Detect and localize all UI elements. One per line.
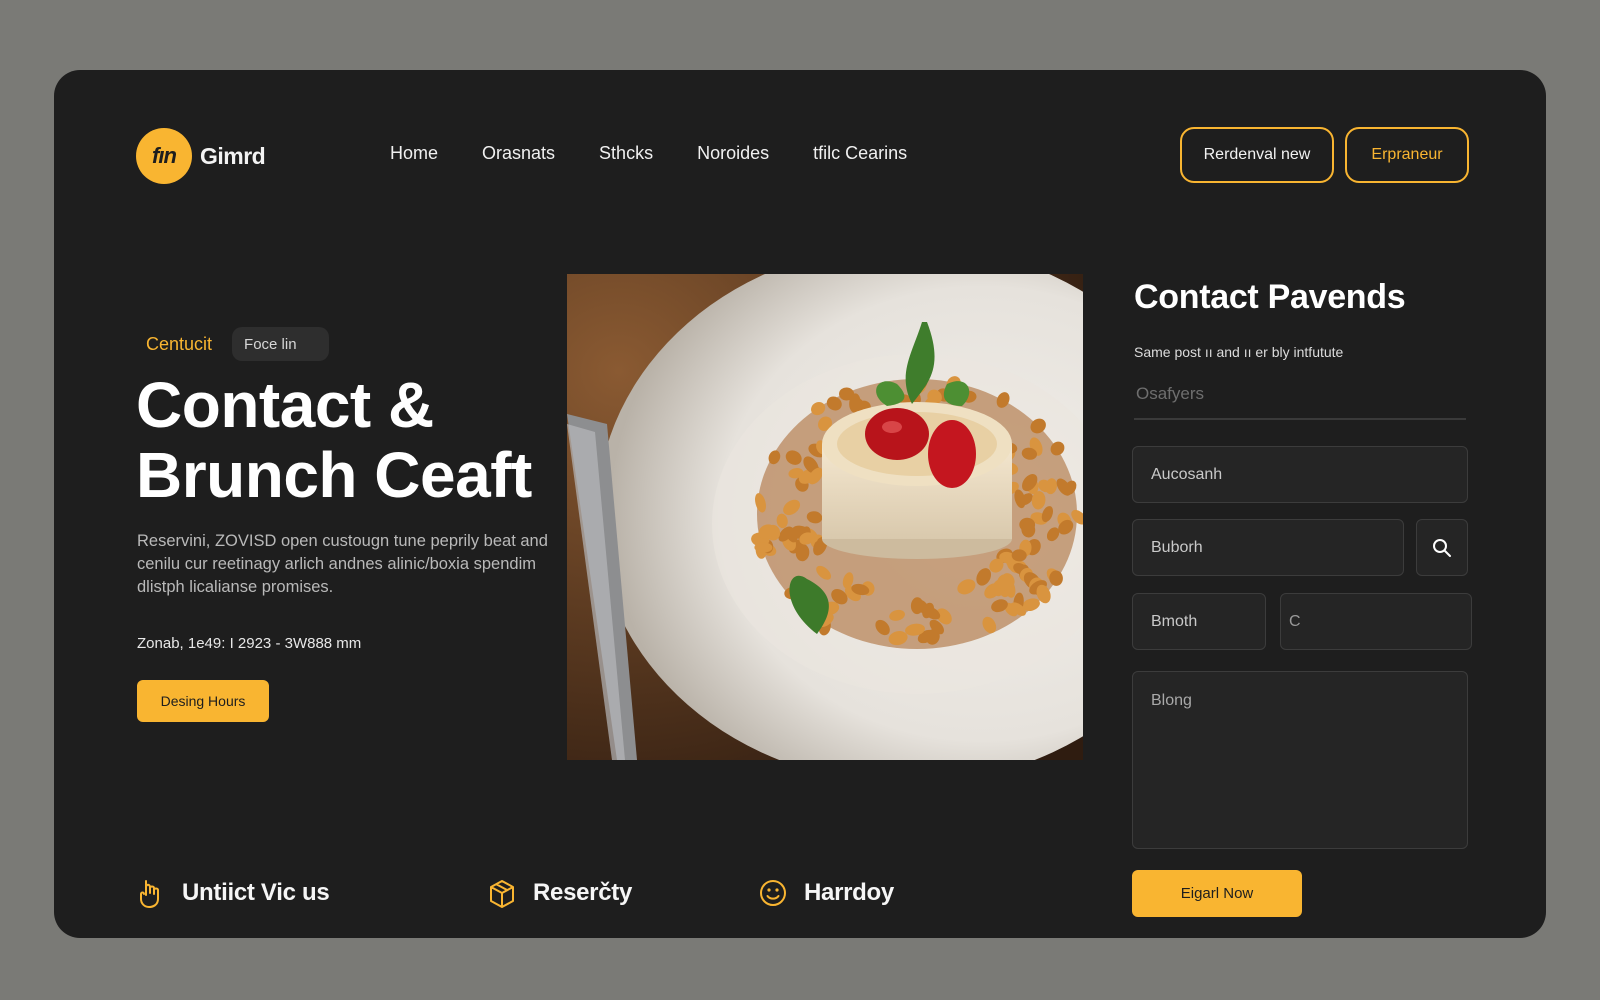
feature-happy-label: Harrdoy xyxy=(804,879,894,906)
submit-button[interactable]: Eigarl Now xyxy=(1132,870,1302,917)
hero-description: Reservini, ZOVISD open custougn tune pep… xyxy=(137,532,548,596)
logo-mark: fın xyxy=(136,128,192,184)
nav-item-2[interactable]: Orasnats xyxy=(482,143,555,164)
search-icon xyxy=(1433,538,1451,557)
hand-icon xyxy=(140,880,159,909)
hero-title-line1: Contact & xyxy=(136,369,434,441)
nav-item-5[interactable]: tfilc Cearins xyxy=(813,143,907,164)
hours-button[interactable]: Desing Hours xyxy=(137,680,269,722)
dish-photo xyxy=(567,274,1083,760)
nav-item-4[interactable]: Noroides xyxy=(697,143,769,164)
header-secondary-button[interactable]: Erpraneur xyxy=(1345,127,1469,183)
search-button[interactable] xyxy=(1416,519,1468,576)
header-primary-button[interactable]: Rerdenval new xyxy=(1180,127,1334,183)
message-textarea[interactable] xyxy=(1132,671,1468,849)
form-field-1[interactable] xyxy=(1132,446,1468,503)
feature-reserve-label: Reserčty xyxy=(533,879,633,906)
feature-contact-label: Untiict Vic us xyxy=(182,879,330,906)
brand-logo[interactable]: fın Gimrd xyxy=(136,128,266,184)
nav-item-3[interactable]: Sthcks xyxy=(599,143,653,164)
box-icon xyxy=(490,880,514,908)
eyebrow-tag: Centucit xyxy=(146,333,213,354)
nav-item-home[interactable]: Home xyxy=(390,143,438,164)
form-title: Contact Pavends xyxy=(1134,278,1406,316)
feature-contact[interactable]: Untiict Vic us xyxy=(136,877,330,909)
form-subtitle: Same post ıı and ıı er bly intfutute xyxy=(1134,344,1344,360)
form-field-2[interactable] xyxy=(1132,519,1404,576)
hero-title-line2: Brunch Ceaft xyxy=(136,439,532,511)
main-nav: Home Orasnats Sthcks Noroides tfilc Cear… xyxy=(390,143,951,164)
smiley-icon xyxy=(760,880,786,906)
form-name-input[interactable] xyxy=(1134,370,1466,420)
form-field-3[interactable] xyxy=(1132,593,1266,650)
hero-eyebrow: Centucit Foce lin xyxy=(146,327,329,361)
hero-title: Contact & Brunch Ceaft xyxy=(136,370,576,510)
form-field-4[interactable] xyxy=(1280,593,1472,650)
brand-name: Gimrd xyxy=(200,142,266,169)
eyebrow-chip[interactable]: Foce lin xyxy=(232,327,329,361)
feature-happy[interactable]: Harrdoy xyxy=(758,877,894,909)
page-card: fın Gimrd Home Orasnats Sthcks Noroides … xyxy=(54,70,1546,938)
hero-meta: Zonab, 1e49: I 2923 - 3W888 mm xyxy=(137,635,362,652)
dish-illustration xyxy=(567,274,1083,760)
feature-reserve[interactable]: Reserčty xyxy=(487,877,632,909)
